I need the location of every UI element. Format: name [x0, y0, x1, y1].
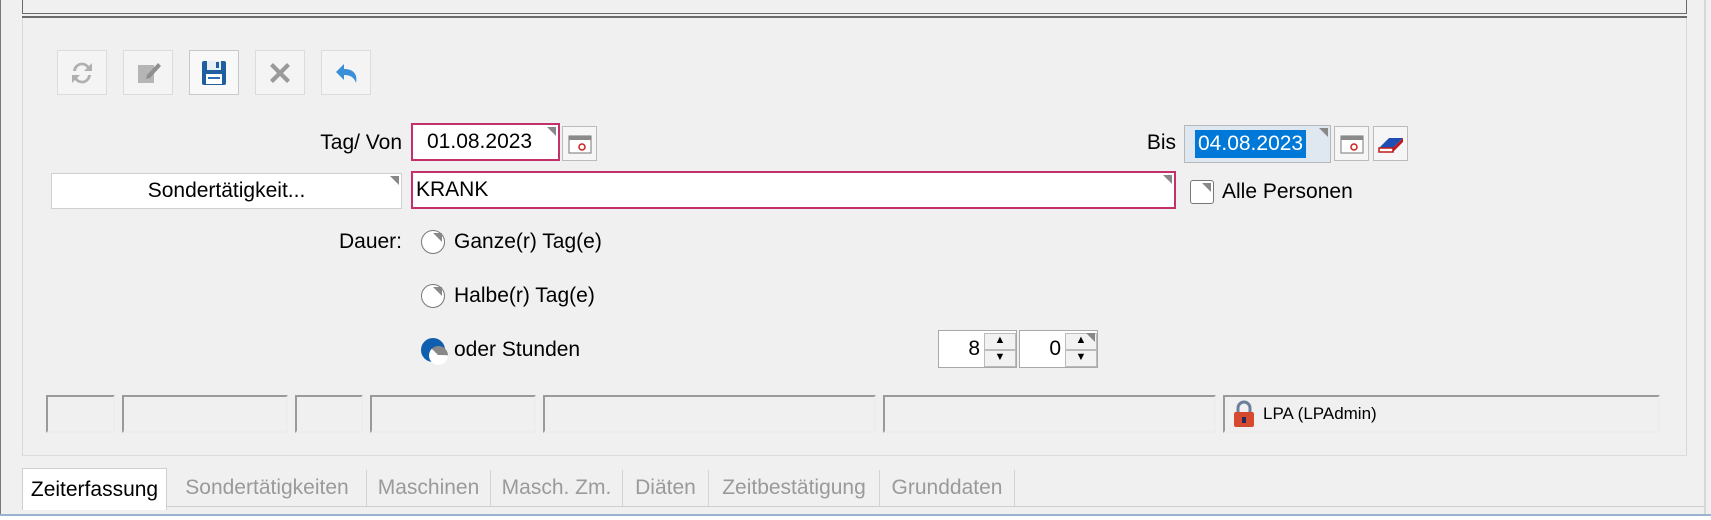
status-cell — [543, 395, 876, 433]
hours-down-button[interactable]: ▼ — [984, 350, 1016, 367]
dauer-label: Dauer: — [338, 230, 402, 253]
status-cell — [370, 395, 536, 433]
window-bottom-border — [0, 514, 1711, 516]
alle-personen-label: Alle Personen — [1222, 180, 1353, 203]
calendar-icon — [568, 135, 591, 153]
refresh-icon — [72, 62, 92, 83]
eraser-icon — [1377, 137, 1403, 153]
status-cell — [122, 395, 288, 433]
minutes-spinner[interactable]: 0 ▲ ▼ — [1019, 330, 1098, 368]
bis-value-selected: 04.08.2023 — [1195, 130, 1307, 158]
ganze-tage-radio[interactable] — [421, 230, 445, 254]
undo-button[interactable] — [321, 50, 371, 95]
undo-icon — [336, 63, 357, 83]
delete-icon — [270, 62, 290, 83]
edit-icon — [138, 62, 161, 83]
oder-stunden-radio[interactable] — [421, 338, 448, 365]
tag-von-label: Tag/ Von — [320, 131, 402, 154]
status-cell — [883, 395, 1216, 433]
window-edge — [1704, 0, 1706, 516]
status-user: LPA (LPAdmin) — [1263, 404, 1377, 423]
halbe-tage-label: Halbe(r) Tag(e) — [454, 284, 595, 307]
tag-von-calendar-button[interactable] — [562, 126, 597, 161]
alle-personen-checkbox[interactable] — [1190, 180, 1214, 204]
tab-sondertaetigkeiten[interactable]: Sondertätigkeiten — [168, 470, 367, 506]
status-cell — [295, 395, 363, 433]
calendar-icon — [1340, 135, 1363, 153]
sondertaetigkeit-field[interactable]: KRANK — [411, 171, 1176, 209]
hours-value: 8 — [968, 337, 980, 360]
tab-zeiterfassung[interactable]: Zeiterfassung — [22, 468, 167, 510]
tag-von-input[interactable]: 01.08.2023 — [411, 123, 560, 161]
tab-strip-line — [22, 506, 1704, 507]
delete-button[interactable] — [255, 50, 305, 95]
bis-label: Bis — [1146, 131, 1176, 154]
hours-spinner[interactable]: 8 ▲ ▼ — [938, 330, 1017, 368]
refresh-button[interactable] — [57, 50, 107, 95]
bis-input[interactable]: 04.08.2023 — [1184, 125, 1331, 163]
edit-button[interactable] — [123, 50, 173, 95]
minutes-up-button[interactable]: ▲ — [1065, 333, 1097, 350]
minutes-value: 0 — [1049, 337, 1061, 360]
upper-panel-frame — [22, 0, 1687, 14]
status-cell — [46, 395, 115, 433]
tab-diaeten[interactable]: Diäten — [623, 470, 709, 506]
tab-grunddaten[interactable]: Grunddaten — [880, 470, 1015, 506]
sondertaetigkeit-button[interactable]: Sondertätigkeit... — [51, 173, 402, 209]
save-button[interactable] — [189, 50, 239, 95]
minutes-down-button[interactable]: ▼ — [1065, 350, 1097, 367]
oder-stunden-label: oder Stunden — [454, 338, 581, 361]
save-icon — [202, 60, 226, 85]
tab-zeitbestaetigung[interactable]: Zeitbestätigung — [709, 470, 880, 506]
clear-date-button[interactable] — [1373, 126, 1408, 161]
halbe-tage-radio[interactable] — [421, 284, 445, 308]
status-user-cell: LPA (LPAdmin) — [1223, 395, 1660, 433]
tab-masch-zm[interactable]: Masch. Zm. — [491, 470, 623, 506]
bis-calendar-button[interactable] — [1334, 126, 1369, 161]
lock-icon — [1234, 400, 1254, 427]
hours-up-button[interactable]: ▲ — [984, 333, 1016, 350]
ganze-tage-label: Ganze(r) Tag(e) — [454, 230, 602, 253]
tab-maschinen[interactable]: Maschinen — [367, 470, 491, 506]
